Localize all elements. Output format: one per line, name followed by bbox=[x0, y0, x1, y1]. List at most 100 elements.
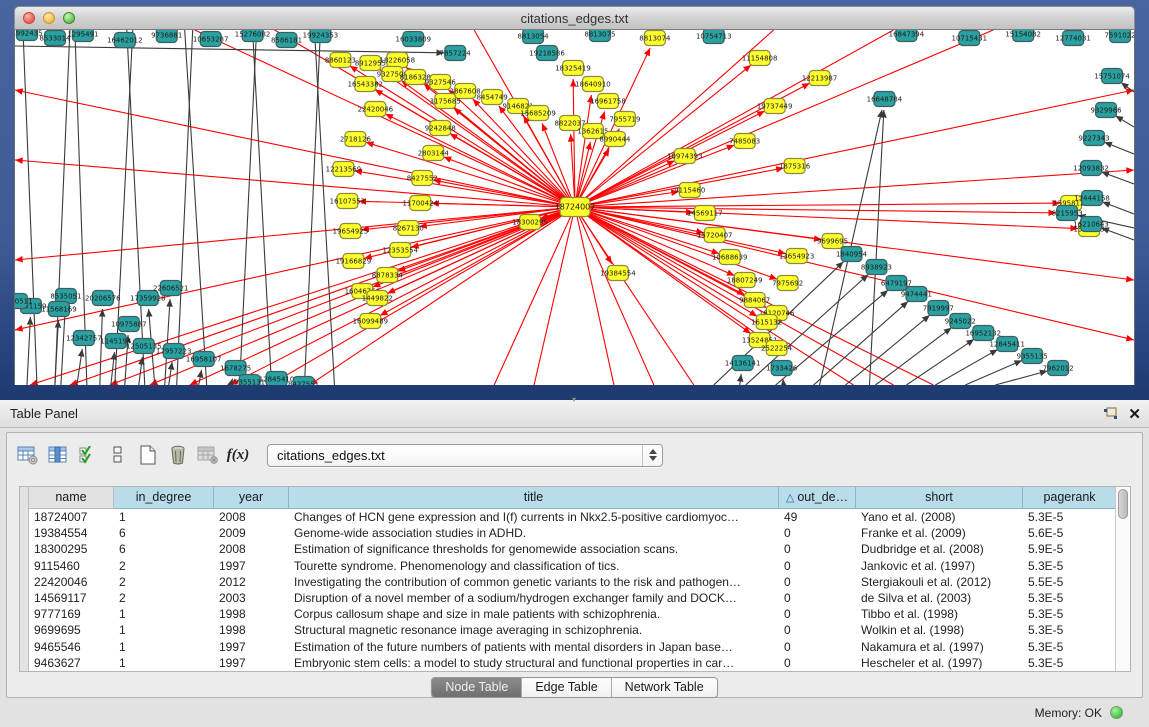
graph-edge[interactable] bbox=[55, 320, 58, 385]
graph-edge[interactable] bbox=[185, 30, 207, 385]
graph-node[interactable]: 16543382 bbox=[348, 77, 384, 92]
rows-icon[interactable] bbox=[103, 441, 133, 469]
graph-edge[interactable] bbox=[15, 160, 575, 207]
table-row[interactable]: 1830029562008Estimation of significance … bbox=[29, 541, 1115, 557]
row-select-icon[interactable] bbox=[73, 441, 103, 469]
graph-edge[interactable] bbox=[55, 30, 70, 385]
table-selector-dropdown[interactable]: citations_edges.txt bbox=[267, 444, 663, 467]
tab-network-table[interactable]: Network Table bbox=[612, 678, 717, 697]
graph-edge[interactable] bbox=[15, 46, 444, 53]
table-row[interactable]: 969969511998Structural magnetic resonanc… bbox=[29, 622, 1115, 638]
graph-edge[interactable] bbox=[965, 360, 1022, 385]
graph-node[interactable]: 1295491 bbox=[67, 30, 98, 42]
graph-edge[interactable] bbox=[906, 339, 974, 385]
column-header-pagerank[interactable]: pagerank bbox=[1023, 487, 1115, 509]
graph-node[interactable]: 16107553 bbox=[330, 194, 366, 209]
graph-edge[interactable] bbox=[1101, 228, 1134, 240]
network-window-titlebar[interactable]: citations_edges.txt bbox=[14, 6, 1135, 30]
graph-node[interactable]: 7919997 bbox=[923, 301, 954, 316]
graph-edge[interactable] bbox=[875, 328, 951, 385]
graph-node[interactable]: 15276082 bbox=[235, 30, 271, 42]
graph-node[interactable]: 13654923 bbox=[779, 249, 815, 264]
float-panel-icon[interactable] bbox=[1103, 407, 1118, 421]
graph-edge[interactable] bbox=[575, 170, 1134, 207]
graph-node[interactable]: 12353554 bbox=[383, 243, 419, 258]
table-row[interactable]: 1872400712008Changes of HCN gene express… bbox=[29, 509, 1115, 525]
graph-node[interactable]: 19737449 bbox=[757, 99, 793, 114]
table-row[interactable]: 946362711997Embryonic stem cells: a mode… bbox=[29, 655, 1115, 671]
column-header-out_de[interactable]: △out_de… bbox=[779, 487, 856, 509]
graph-node[interactable]: 7962012 bbox=[1043, 361, 1074, 376]
graph-node[interactable]: 14136141 bbox=[725, 356, 761, 371]
graph-node[interactable]: 16847394 bbox=[889, 30, 925, 42]
graph-node[interactable]: 11154808 bbox=[742, 51, 778, 66]
graph-edge[interactable] bbox=[1101, 172, 1134, 184]
graph-edge[interactable] bbox=[740, 374, 742, 385]
graph-node[interactable]: 1875316 bbox=[779, 159, 810, 174]
graph-edge[interactable] bbox=[935, 349, 997, 385]
graph-node[interactable]: 18640910 bbox=[575, 77, 611, 92]
function-icon[interactable]: f(x) bbox=[223, 441, 253, 469]
graph-node[interactable]: 10715431 bbox=[952, 31, 988, 46]
graph-node[interactable]: 19924353 bbox=[303, 30, 339, 43]
graph-node[interactable]: 7591022 bbox=[1104, 30, 1134, 43]
graph-node[interactable]: 15751074 bbox=[1094, 69, 1130, 84]
graph-edge[interactable] bbox=[199, 370, 202, 385]
graph-node[interactable]: 12213569 bbox=[326, 162, 362, 177]
new-file-icon[interactable] bbox=[133, 441, 163, 469]
column-header-title[interactable]: title bbox=[289, 487, 779, 509]
graph-node[interactable]: 19218586 bbox=[529, 46, 565, 61]
graph-node[interactable]: 12213987 bbox=[802, 71, 838, 86]
graph-edge[interactable] bbox=[575, 90, 1134, 207]
graph-node[interactable]: 19166829 bbox=[336, 254, 372, 269]
column-header-name[interactable]: name bbox=[29, 487, 114, 509]
graph-edge[interactable] bbox=[534, 207, 575, 385]
graph-edge[interactable] bbox=[15, 207, 575, 260]
graph-node[interactable]: 19654925 bbox=[333, 224, 369, 239]
graph-edge[interactable] bbox=[165, 299, 170, 385]
graph-node[interactable]: 7485083 bbox=[729, 134, 760, 149]
graph-node[interactable]: 10754713 bbox=[696, 30, 732, 44]
graph-node[interactable]: 16961758 bbox=[590, 94, 626, 109]
graph-node[interactable]: 9329966 bbox=[1091, 103, 1122, 118]
graph-node[interactable]: 8813074 bbox=[639, 31, 671, 46]
graph-node[interactable]: 2803144 bbox=[418, 146, 450, 161]
graph-node[interactable]: 15154082 bbox=[1005, 30, 1041, 42]
graph-edge[interactable] bbox=[111, 352, 115, 385]
graph-edge[interactable] bbox=[304, 30, 320, 385]
graph-node[interactable]: 8938923 bbox=[861, 260, 892, 275]
graph-node[interactable]: 8267130 bbox=[393, 221, 424, 236]
graph-node[interactable]: 1678275 bbox=[220, 361, 251, 376]
graph-edge[interactable] bbox=[575, 207, 654, 385]
graph-node[interactable]: 16099489 bbox=[353, 314, 389, 329]
network-graph[interactable]: 1872400788601238912955182260589327508165… bbox=[15, 30, 1134, 385]
graph-node[interactable]: 18325419 bbox=[555, 61, 591, 76]
graph-node[interactable]: 8813054 bbox=[518, 30, 550, 44]
graph-node[interactable]: 22420046 bbox=[358, 102, 394, 117]
delete-icon[interactable] bbox=[163, 441, 193, 469]
graph-edge[interactable] bbox=[253, 30, 272, 385]
graph-edge[interactable] bbox=[444, 157, 575, 207]
graph-node[interactable]: 10688639 bbox=[712, 250, 748, 265]
graph-edge[interactable] bbox=[1115, 116, 1134, 127]
table-row[interactable]: 911546021997Tourette syndrome. Phenomeno… bbox=[29, 558, 1115, 574]
table-row[interactable]: 2242004622012Investigating the contribut… bbox=[29, 574, 1115, 590]
graph-edge[interactable] bbox=[15, 207, 575, 330]
graph-node[interactable]: 14569117 bbox=[687, 206, 723, 221]
graph-node[interactable]: 16952132 bbox=[966, 326, 1002, 341]
graph-node[interactable]: 20206576 bbox=[85, 291, 121, 306]
scrollbar-thumb[interactable] bbox=[1118, 489, 1128, 519]
column-header-in_degree[interactable]: in_degree bbox=[114, 487, 214, 509]
splitter-handle[interactable]: ▾ bbox=[568, 397, 580, 403]
graph-edge[interactable] bbox=[77, 349, 82, 385]
table-settings-icon[interactable] bbox=[13, 441, 43, 469]
graph-node[interactable]: 7857224 bbox=[440, 46, 472, 61]
graph-edge[interactable] bbox=[1102, 202, 1134, 214]
graph-node[interactable]: 9227343 bbox=[1079, 131, 1110, 146]
graph-edge[interactable] bbox=[995, 371, 1047, 385]
table-row[interactable]: 1938455462009Genome-wide association stu… bbox=[29, 525, 1115, 541]
table-row[interactable]: 977716911998Corpus callosum shape and si… bbox=[29, 606, 1115, 622]
graph-edge[interactable] bbox=[783, 379, 784, 385]
graph-edge[interactable] bbox=[1104, 142, 1134, 154]
graph-node[interactable]: 8813075 bbox=[584, 30, 615, 42]
